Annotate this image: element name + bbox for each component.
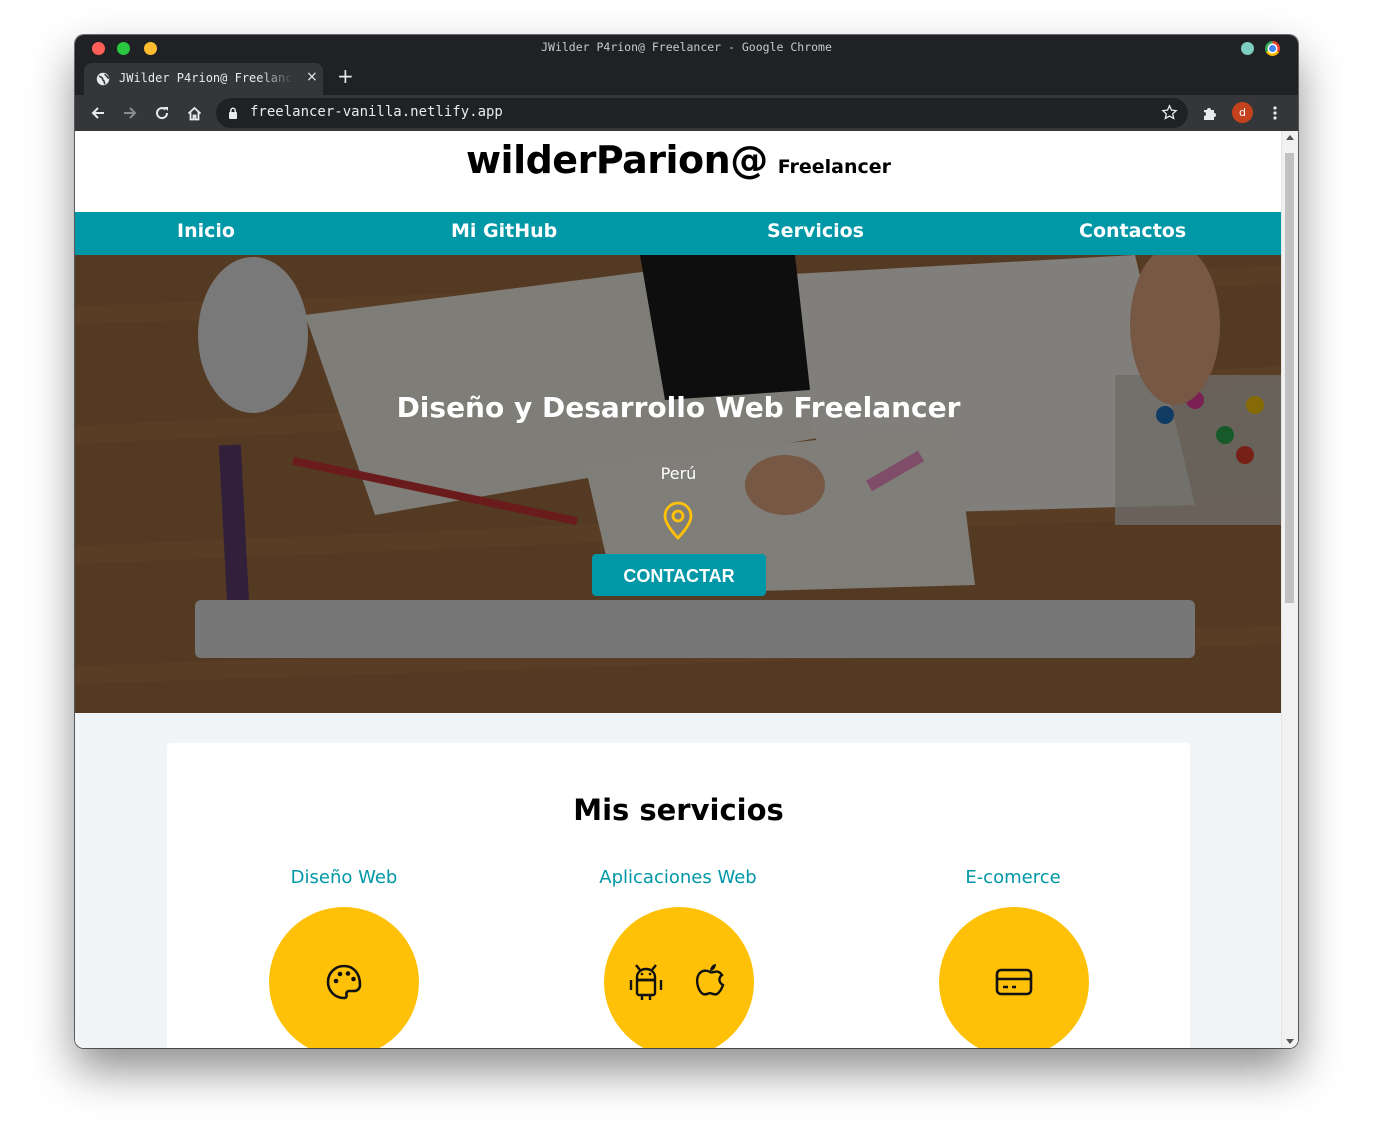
tab-title: JWilder P4rion@ Freelancer: [119, 71, 294, 85]
nav-item-contactos[interactable]: Contactos: [1079, 220, 1186, 242]
brand-name: wilderParion@: [465, 138, 768, 182]
lock-icon: [229, 107, 237, 119]
hero-section: Diseño y Desarrollo Web Freelancer Perú …: [75, 255, 1282, 713]
site-header: wilderParion@ Freelancer: [75, 131, 1282, 212]
extension-icon[interactable]: [1241, 42, 1254, 55]
tab-strip: JWilder P4rion@ Freelancer × +: [75, 61, 1298, 95]
window-title: JWilder P4rion@ Freelancer - Google Chro…: [541, 40, 832, 54]
hero-title: Diseño y Desarrollo Web Freelancer: [396, 391, 961, 424]
brand-title: wilderParion@ Freelancer: [75, 138, 1282, 182]
service-name-ecommerce[interactable]: E-comerce: [848, 867, 1178, 888]
services-section: Mis servicios Diseño Web Aplicaciones We…: [75, 713, 1282, 1048]
forward-arrow-icon[interactable]: [120, 103, 140, 123]
home-icon[interactable]: [184, 103, 204, 123]
main-nav: Inicio Mi GitHub Servicios Contactos: [75, 212, 1282, 255]
active-tab[interactable]: JWilder P4rion@ Freelancer ×: [84, 63, 323, 95]
globe-icon: [96, 72, 110, 86]
service-circle-web-apps: [604, 907, 754, 1048]
profile-avatar[interactable]: d: [1232, 102, 1253, 123]
address-bar[interactable]: freelancer-vanilla.netlify.app: [216, 98, 1188, 128]
android-icon: [629, 964, 663, 1000]
location-pin-icon: [663, 501, 693, 540]
nav-item-servicios[interactable]: Servicios: [767, 220, 864, 242]
browser-window: JWilder P4rion@ Freelancer - Google Chro…: [75, 35, 1298, 1048]
reload-icon[interactable]: [152, 103, 172, 123]
service-circle-ecommerce: [939, 907, 1089, 1048]
new-tab-button[interactable]: +: [337, 66, 354, 86]
scroll-down-arrow-icon[interactable]: [1286, 1039, 1294, 1044]
extensions-puzzle-icon[interactable]: [1199, 103, 1219, 123]
apple-icon: [695, 964, 725, 996]
nav-item-inicio[interactable]: Inicio: [177, 220, 235, 242]
service-name-web-design[interactable]: Diseño Web: [179, 867, 509, 888]
browser-toolbar: freelancer-vanilla.netlify.app d: [75, 95, 1298, 131]
services-card: Mis servicios Diseño Web Aplicaciones We…: [167, 743, 1190, 1048]
service-circle-web-design: [269, 907, 419, 1048]
credit-card-icon: [995, 968, 1033, 996]
services-title: Mis servicios: [573, 793, 784, 827]
service-name-web-apps[interactable]: Aplicaciones Web: [513, 867, 843, 888]
page-viewport: wilderParion@ Freelancer Inicio Mi GitHub…: [75, 131, 1298, 1048]
url-text[interactable]: freelancer-vanilla.netlify.app: [250, 104, 503, 120]
chrome-icon: [1265, 41, 1280, 56]
palette-icon: [326, 964, 362, 1000]
tab-close-icon[interactable]: ×: [306, 69, 318, 85]
hero-location: Perú: [660, 464, 697, 483]
scrollbar-thumb[interactable]: [1285, 153, 1294, 603]
web-page: wilderParion@ Freelancer Inicio Mi GitHub…: [75, 131, 1282, 1048]
menu-kebab-icon[interactable]: [1265, 103, 1285, 123]
hero-overlay: [75, 255, 1282, 713]
bookmark-star-icon[interactable]: [1161, 104, 1178, 121]
title-bar: JWilder P4rion@ Freelancer - Google Chro…: [75, 35, 1298, 61]
scroll-up-arrow-icon[interactable]: [1286, 135, 1294, 140]
back-arrow-icon[interactable]: [88, 103, 108, 123]
nav-item-github[interactable]: Mi GitHub: [451, 220, 557, 242]
page-scrollbar[interactable]: [1281, 131, 1298, 1048]
brand-subtitle: Freelancer: [777, 156, 892, 178]
contact-button[interactable]: CONTACTAR: [592, 554, 766, 596]
